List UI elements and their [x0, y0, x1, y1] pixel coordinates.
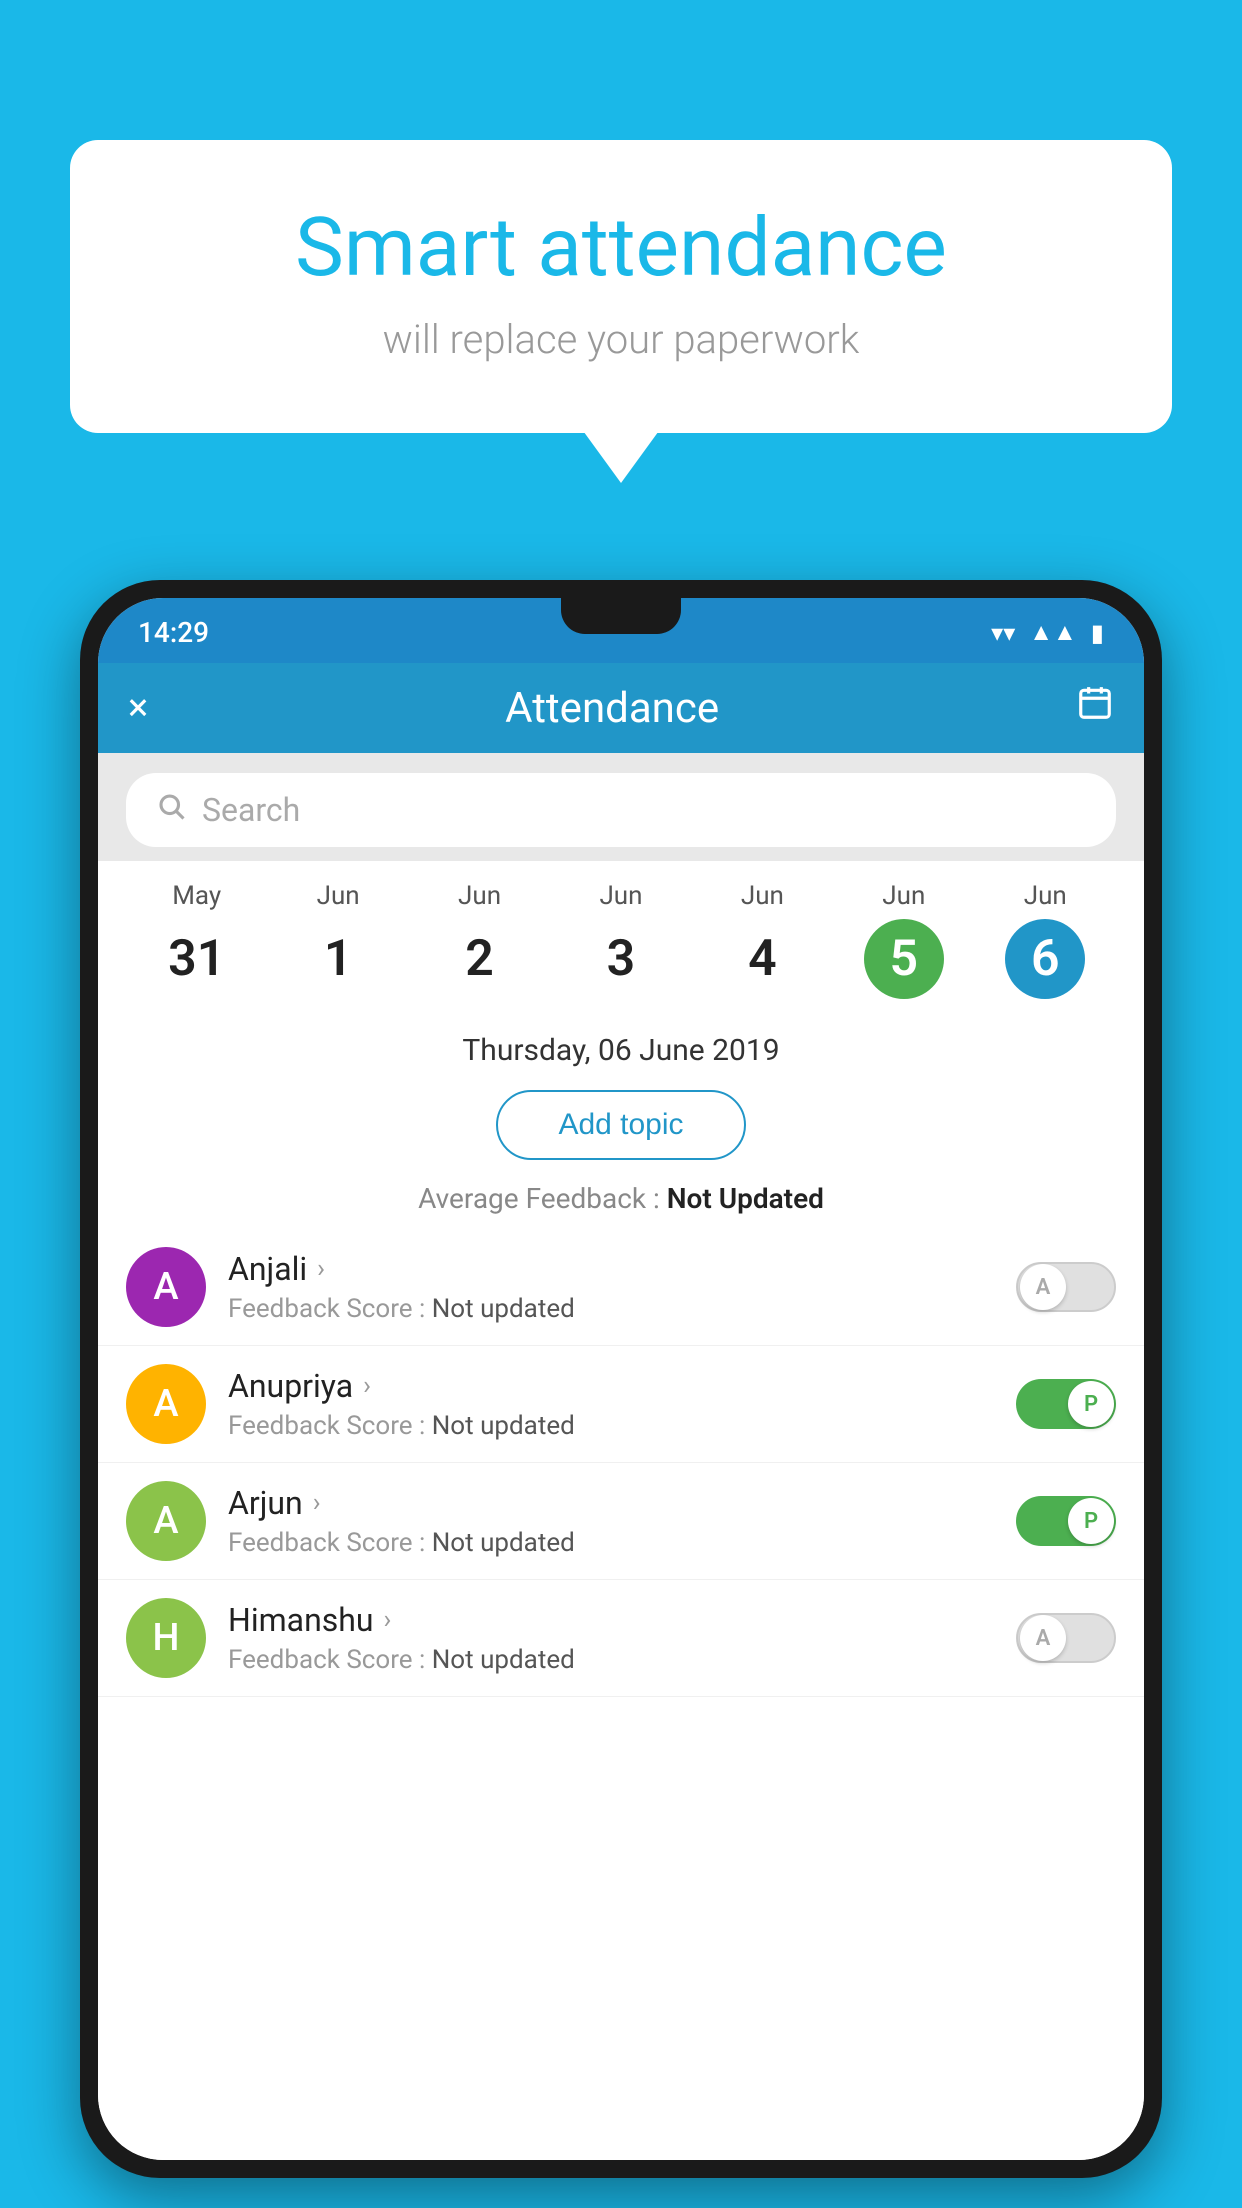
date-day-3[interactable]: 3	[581, 919, 661, 999]
search-bar[interactable]: Search	[126, 773, 1116, 847]
student-list: A Anjali › Feedback Score : Not updated	[98, 1229, 1144, 2160]
add-topic-button[interactable]: Add topic	[496, 1090, 745, 1160]
date-day-2[interactable]: 2	[440, 919, 520, 999]
avatar-letter: H	[153, 1616, 180, 1660]
speech-bubble-title: Smart attendance	[150, 200, 1092, 296]
app-bar-title: Attendance	[505, 684, 719, 733]
toggle-knob: P	[1068, 1381, 1114, 1427]
date-col-4[interactable]: Jun 4	[692, 881, 833, 999]
phone-frame: 14:29 ▾▾ ▲▲ ▮ × Attendance	[80, 580, 1162, 2178]
attendance-toggle[interactable]: P	[1016, 1496, 1116, 1546]
avatar: A	[126, 1247, 206, 1327]
student-name: Anjali ›	[228, 1250, 994, 1288]
avatar-letter: A	[153, 1499, 178, 1543]
date-day-6[interactable]: 6	[1005, 919, 1085, 999]
date-day-4[interactable]: 4	[722, 919, 802, 999]
avatar-letter: A	[153, 1382, 178, 1426]
student-item: A Anjali › Feedback Score : Not updated	[98, 1229, 1144, 1346]
feedback-score: Feedback Score : Not updated	[228, 1294, 994, 1324]
add-topic-wrapper: Add topic	[98, 1076, 1144, 1174]
toggle-knob: A	[1020, 1615, 1066, 1661]
date-month-5: Jun	[882, 881, 925, 911]
chevron-right-icon: ›	[363, 1371, 371, 1401]
student-info[interactable]: Anjali › Feedback Score : Not updated	[228, 1250, 994, 1324]
date-day-1[interactable]: 1	[298, 919, 378, 999]
speech-bubble-container: Smart attendance will replace your paper…	[70, 140, 1172, 433]
feedback-score: Feedback Score : Not updated	[228, 1528, 994, 1558]
date-month-0: May	[172, 881, 221, 911]
toggle-knob: P	[1068, 1498, 1114, 1544]
date-month-6: Jun	[1024, 881, 1067, 911]
date-col-2[interactable]: Jun 2	[409, 881, 550, 999]
toggle-switch[interactable]: A	[1016, 1262, 1116, 1312]
selected-date-text: Thursday, 06 June 2019	[462, 1033, 779, 1068]
search-icon	[156, 791, 186, 829]
avatar: A	[126, 1364, 206, 1444]
date-col-6[interactable]: Jun 6	[975, 881, 1116, 999]
content-area: Search May 31 Jun 1 Jun 2 Jun	[98, 753, 1144, 2160]
average-feedback-label: Average Feedback : Not Updated	[418, 1182, 824, 1215]
attendance-toggle[interactable]: A	[1016, 1613, 1116, 1663]
close-icon[interactable]: ×	[128, 686, 148, 730]
search-input-placeholder[interactable]: Search	[202, 791, 300, 829]
wifi-icon: ▾▾	[991, 619, 1015, 647]
date-col-1[interactable]: Jun 1	[267, 881, 408, 999]
toggle-knob: A	[1020, 1264, 1066, 1310]
avatar: A	[126, 1481, 206, 1561]
chevron-right-icon: ›	[317, 1254, 325, 1284]
student-item: H Himanshu › Feedback Score : Not update…	[98, 1580, 1144, 1697]
feedback-score: Feedback Score : Not updated	[228, 1645, 994, 1675]
speech-bubble-subtitle: will replace your paperwork	[150, 316, 1092, 363]
attendance-toggle[interactable]: P	[1016, 1379, 1116, 1429]
battery-icon: ▮	[1091, 619, 1104, 647]
speech-bubble: Smart attendance will replace your paper…	[70, 140, 1172, 433]
student-item: A Anupriya › Feedback Score : Not update…	[98, 1346, 1144, 1463]
phone-screen: 14:29 ▾▾ ▲▲ ▮ × Attendance	[98, 598, 1144, 2160]
date-col-3[interactable]: Jun 3	[550, 881, 691, 999]
avatar-letter: A	[153, 1265, 178, 1309]
date-month-3: Jun	[599, 881, 642, 911]
phone-notch	[561, 598, 681, 634]
chevron-right-icon: ›	[313, 1488, 321, 1518]
toggle-switch[interactable]: P	[1016, 1496, 1116, 1546]
signal-icon: ▲▲	[1029, 618, 1077, 647]
status-time: 14:29	[138, 616, 209, 649]
avg-feedback-value: Not Updated	[667, 1182, 824, 1215]
student-item: A Arjun › Feedback Score : Not updated	[98, 1463, 1144, 1580]
date-picker: May 31 Jun 1 Jun 2 Jun 3 Jun 4	[98, 861, 1144, 1019]
attendance-toggle[interactable]: A	[1016, 1262, 1116, 1312]
status-icons: ▾▾ ▲▲ ▮	[991, 618, 1104, 647]
date-month-2: Jun	[458, 881, 501, 911]
toggle-switch[interactable]: P	[1016, 1379, 1116, 1429]
student-name: Himanshu ›	[228, 1601, 994, 1639]
average-feedback: Average Feedback : Not Updated	[98, 1174, 1144, 1229]
student-name: Anupriya ›	[228, 1367, 994, 1405]
student-info[interactable]: Arjun › Feedback Score : Not updated	[228, 1484, 994, 1558]
date-day-0[interactable]: 31	[157, 919, 237, 999]
calendar-icon[interactable]	[1076, 684, 1114, 732]
student-info[interactable]: Anupriya › Feedback Score : Not updated	[228, 1367, 994, 1441]
app-bar: × Attendance	[98, 663, 1144, 753]
date-day-5[interactable]: 5	[864, 919, 944, 999]
date-col-5[interactable]: Jun 5	[833, 881, 974, 999]
student-name: Arjun ›	[228, 1484, 994, 1522]
student-info[interactable]: Himanshu › Feedback Score : Not updated	[228, 1601, 994, 1675]
feedback-score: Feedback Score : Not updated	[228, 1411, 994, 1441]
avg-feedback-prefix: Average Feedback :	[418, 1182, 667, 1215]
date-col-0[interactable]: May 31	[126, 881, 267, 999]
date-month-4: Jun	[741, 881, 784, 911]
date-month-1: Jun	[317, 881, 360, 911]
toggle-switch[interactable]: A	[1016, 1613, 1116, 1663]
chevron-right-icon: ›	[384, 1605, 392, 1635]
avatar: H	[126, 1598, 206, 1678]
selected-date-info: Thursday, 06 June 2019	[98, 1019, 1144, 1076]
search-bar-wrapper: Search	[98, 753, 1144, 861]
